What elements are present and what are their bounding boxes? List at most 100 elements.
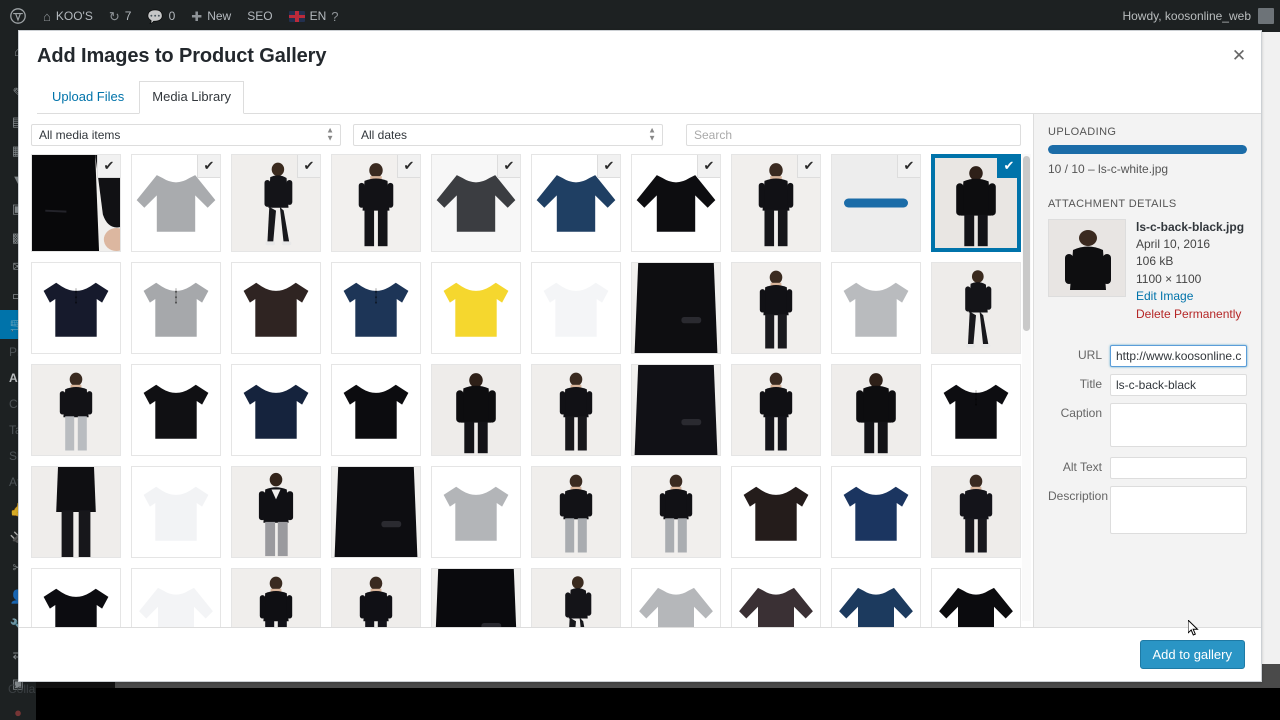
title-field[interactable] [1110,373,1247,396]
attachment-thumbnail[interactable] [831,465,921,558]
attachment-thumbnail[interactable]: ✔ [631,153,721,252]
media-type-filter[interactable]: All media items ▲ ▼ [31,123,341,146]
checkmark-icon[interactable]: ✔ [97,154,120,178]
attachment-thumbnail[interactable] [331,465,421,558]
tab-media-library[interactable]: Media Library [139,81,245,114]
attachment-thumbnail[interactable]: ✔ [731,153,821,252]
alt-text-field[interactable] [1110,456,1247,479]
attachment-thumbnail[interactable] [31,363,121,456]
attachment-thumbnail[interactable] [31,261,121,354]
attachment-thumbnail[interactable] [931,465,1021,558]
attachment-thumbnail[interactable] [831,261,921,354]
add-to-gallery-button[interactable]: Add to gallery [1139,640,1245,669]
language-menu[interactable]: EN ? [281,0,347,32]
vertical-scrollbar[interactable] [1022,153,1031,621]
attachment-thumbnail[interactable]: ✔ [931,153,1021,252]
attachment-thumbnail[interactable] [731,261,821,354]
attachment-thumbnail[interactable] [731,567,821,627]
attachment-date: April 10, 2016 [1136,236,1211,251]
attachment-thumbnail[interactable] [531,363,621,456]
attachment-thumbnail[interactable] [1048,218,1126,297]
collapse-menu-label[interactable]: Collapse menu [8,682,36,696]
attachment-thumbnail[interactable] [131,465,221,558]
attachment-thumbnail[interactable] [131,363,221,456]
attachment-thumbnail[interactable] [931,261,1021,354]
attachment-thumbnail[interactable] [631,363,721,456]
admin-bar: ⌂ KOO'S ↻ 7 💬 0 ✚ New SEO EN ? Howdy, ko… [0,0,1280,32]
attachment-thumbnail[interactable] [331,261,421,354]
attachment-thumbnail[interactable]: ✔ [231,153,321,252]
attachment-thumbnail[interactable] [531,567,621,627]
seo-menu[interactable]: SEO [239,0,280,32]
delete-permanently-link[interactable]: Delete Permanently [1136,306,1244,323]
date-filter[interactable]: All dates ▲ ▼ [353,123,663,146]
checkmark-icon[interactable]: ✔ [697,154,720,178]
uploading-heading: UPLOADING [1048,125,1117,138]
attachment-image-tee-yellow-flat [432,262,520,353]
url-field[interactable] [1110,344,1247,367]
updates-menu[interactable]: ↻ 7 [101,0,140,32]
attachment-thumbnail[interactable] [531,261,621,354]
attachment-thumbnail[interactable]: ✔ [431,153,521,252]
attachment-details: ls-c-back-black.jpg April 10, 2016 106 k… [1048,218,1247,323]
attachment-thumbnail[interactable] [231,363,321,456]
attachment-thumbnail[interactable]: ✔ [531,153,621,252]
close-icon[interactable]: ✕ [1221,39,1257,73]
description-field[interactable] [1110,485,1247,534]
attachment-thumbnail[interactable] [31,567,121,627]
attachment-thumbnail[interactable] [131,261,221,354]
edit-image-link[interactable]: Edit Image [1136,288,1244,305]
checkmark-icon[interactable]: ✔ [197,154,220,178]
attachment-image-tee-black-flat3 [32,568,120,627]
attachment-thumbnail[interactable] [431,567,521,627]
attachment-thumbnail-art [1049,219,1125,296]
attachment-thumbnail[interactable] [431,363,521,456]
new-content-menu[interactable]: ✚ New [183,0,239,32]
attachment-thumbnail[interactable] [931,567,1021,627]
sidebar-item-alerts[interactable]: ● [0,698,36,720]
attachment-thumbnail[interactable] [531,465,621,558]
site-name-label: KOO'S [55,9,93,23]
attachment-thumbnail[interactable] [231,261,321,354]
attachment-image-tee-navy-henley [32,262,120,353]
search-input[interactable] [686,123,1021,146]
attachment-thumbnail[interactable] [831,567,921,627]
attachment-thumbnail[interactable]: ✔ [331,153,421,252]
account-menu[interactable]: Howdy, koosonline_web [1122,8,1280,24]
attachment-thumbnail[interactable] [231,465,321,558]
attachment-thumbnail[interactable] [931,363,1021,456]
checkmark-icon[interactable]: ✔ [497,154,520,178]
attachment-thumbnail[interactable]: ✔ [31,153,121,252]
attachment-image-model-black-ls2 [232,568,320,627]
attachment-thumbnail[interactable] [331,567,421,627]
attachment-thumbnail[interactable] [431,261,521,354]
attachment-thumbnail[interactable] [831,363,921,456]
checkmark-icon[interactable]: ✔ [597,154,620,178]
red-dot-icon: ● [14,705,22,720]
attachment-thumbnail[interactable]: ✔ [131,153,221,252]
attachment-thumbnail[interactable] [631,465,721,558]
attachment-thumbnail[interactable] [231,567,321,627]
attachment-thumbnail[interactable] [631,261,721,354]
attachment-thumbnail[interactable]: ✔ [831,153,921,252]
attachment-thumbnail[interactable] [731,465,821,558]
checkmark-icon[interactable]: ✔ [997,157,1017,178]
attachment-image-tee-grey-flat2 [432,466,520,557]
wordpress-logo-icon[interactable] [0,0,35,32]
attachment-thumbnail[interactable] [631,567,721,627]
checkmark-icon[interactable]: ✔ [797,154,820,178]
attachment-thumbnail[interactable] [731,363,821,456]
comments-menu[interactable]: 💬 0 [139,0,183,32]
attachment-thumbnail[interactable] [31,465,121,558]
site-name-menu[interactable]: ⌂ KOO'S [35,0,101,32]
scrollbar-thumb[interactable] [1023,155,1030,331]
checkmark-icon[interactable]: ✔ [297,154,320,178]
attachment-thumbnail[interactable] [131,567,221,627]
modal-body: All media items ▲▼ All dates ▲▼ ✔ ✔ ✔ [19,113,1261,627]
attachment-thumbnail[interactable] [331,363,421,456]
attachment-thumbnail[interactable] [431,465,521,558]
caption-field[interactable] [1110,402,1247,447]
tab-upload-files[interactable]: Upload Files [39,81,137,114]
checkmark-icon[interactable]: ✔ [397,154,420,178]
checkmark-icon[interactable]: ✔ [897,154,920,178]
